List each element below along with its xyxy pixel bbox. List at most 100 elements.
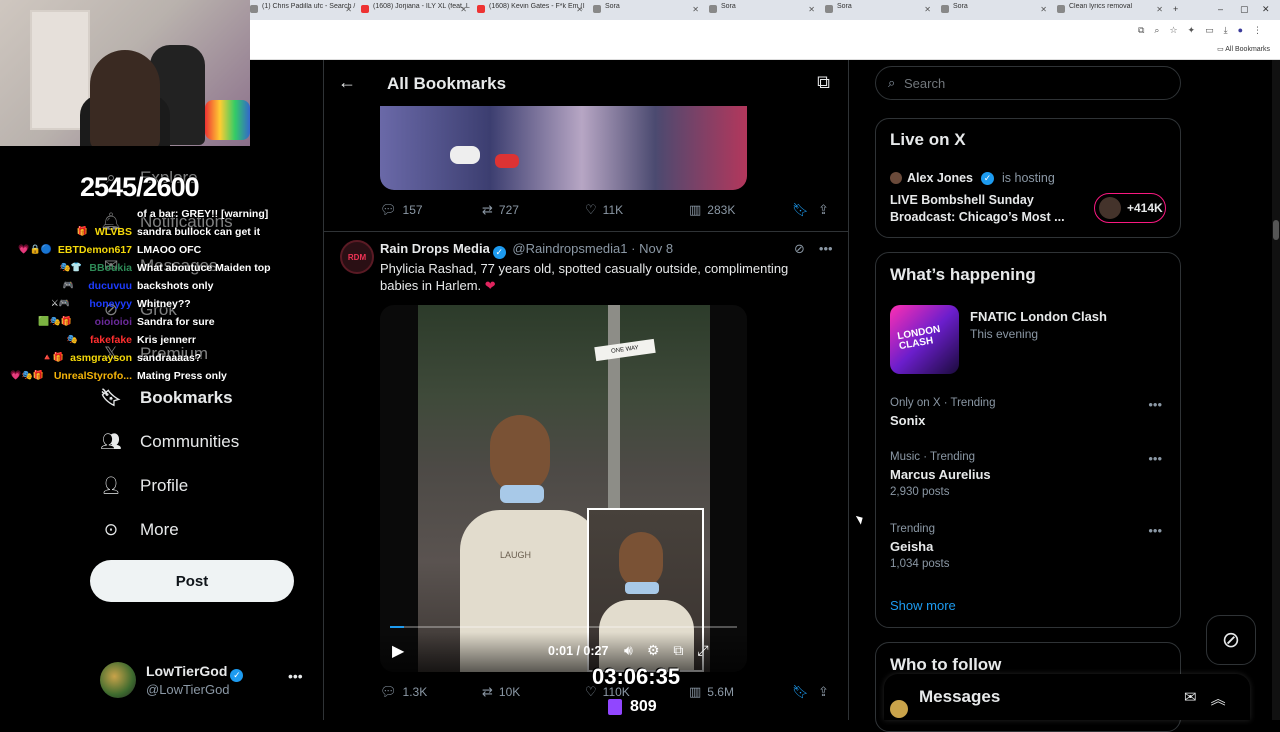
messages-drawer[interactable]: Messages ✉ ︽ [884,674,1250,720]
chat-username: fakefake [89,334,132,346]
browser-tab[interactable]: (1608) Kevin Gates - F*k Em (I ✕ [475,3,587,18]
more-dots-icon[interactable]: ••• [819,241,833,257]
previous-post-media[interactable] [380,106,747,190]
scrollbar-thumb[interactable] [1273,220,1279,240]
browser-tab[interactable]: (1) Chris Padilla ufc - Search / ✕ [248,3,356,18]
back-arrow-icon[interactable]: ← [338,72,356,93]
profile-avatar[interactable]: ● [1238,25,1243,36]
more-dots-icon[interactable]: ••• [1148,523,1162,538]
post-handle[interactable]: @Raindropsmedia1 [512,241,627,256]
menu-kebab-icon[interactable]: ⋮ [1253,25,1262,36]
share-icon: ⇪ [818,684,829,699]
sidepanel-icon[interactable]: ▭ [1205,25,1214,36]
fullscreen-icon[interactable]: ⤢ [697,642,708,659]
trend-featured-title[interactable]: FNATIC London Clash [970,309,1107,324]
show-more-link[interactable]: Show more [890,598,956,613]
trend-featured-image[interactable]: LONDON CLASH [890,305,959,374]
browser-tab[interactable]: Sora ✕ [707,3,819,18]
nav-communities[interactable]: 👥︎ Communities [100,431,239,453]
account-switcher[interactable]: LowTierGod ✓ @LowTierGod ••• [100,660,310,700]
chat-message: What aboutuce Maiden top [137,262,271,274]
page-scrollbar[interactable] [1272,60,1280,720]
video-progress-bar[interactable] [390,626,737,628]
close-window-icon[interactable]: ✕ [1262,4,1270,15]
extensions-icon[interactable]: ✦ [1188,25,1196,36]
reply-icon: 💬︎ [380,202,397,217]
live-host[interactable]: Alex Jones ✓ is hosting [890,171,1055,185]
browser-tab[interactable]: Clean lyrics removal ✕ [1055,3,1167,18]
chat-username: WLVBS [94,226,132,238]
trend-item[interactable]: Only on X · Trending Sonix ••• [890,397,1170,428]
new-tab-button[interactable]: + [1173,4,1178,14]
reply-button[interactable]: 💬︎ 157 [380,202,423,218]
listener-count: +414K [1127,201,1163,215]
video-player[interactable]: ONE WAY LAUGH ▶ 0:01 / 0:27 🔊︎ ⚙ ⧉ ⤢ [380,305,747,672]
browser-tab[interactable]: Sora ✕ [823,3,935,18]
install-icon[interactable]: ⧉ [1138,25,1144,36]
nav-bookmarks[interactable]: 🔖︎ Bookmarks [100,387,232,409]
chevron-up-icon[interactable]: ︽ [1211,688,1226,709]
browser-tab[interactable]: Sora ✕ [591,3,703,18]
like-button[interactable]: ♡ 11K [585,202,623,218]
share-button[interactable]: ⇪ [818,202,829,218]
browser-tab[interactable]: (1608) Jorjiana - ILY XL (feat. L ✕ [359,3,471,18]
maximize-icon[interactable]: ▢ [1240,4,1249,15]
close-tab-icon[interactable]: ✕ [808,5,815,14]
settings-gear-icon[interactable]: ⚙ [647,642,660,659]
picture-in-picture-icon[interactable]: ⧉ [673,642,683,659]
heart-icon: ♡ [585,202,597,217]
sign-text: ONE WAY [610,345,640,355]
close-tab-icon[interactable]: ✕ [1156,5,1163,14]
verified-badge-icon: ✓ [492,246,506,259]
search-input[interactable]: ⌕ Search [875,66,1181,100]
browser-tab[interactable]: Sora ✕ [939,3,1051,18]
bookmark-button[interactable]: 🔖︎ [792,684,809,700]
close-tab-icon[interactable]: ✕ [345,5,352,14]
repost-button[interactable]: ⇄ 10K [482,684,520,700]
close-tab-icon[interactable]: ✕ [924,5,931,14]
add-bookmark-folder-icon[interactable]: ⧉ [817,72,830,93]
views-button[interactable]: ▥ 283K [689,202,735,218]
close-tab-icon[interactable]: ✕ [460,5,467,14]
messages-drawer-icons: ✉ ︽ [1184,688,1226,709]
nav-profile[interactable]: 👤︎ Profile [100,475,188,497]
play-icon[interactable]: ▶ [392,641,404,661]
trend-item[interactable]: Music · Trending Marcus Aurelius 2,930 p… [890,451,1170,498]
post-author[interactable]: Rain Drops Media [380,241,490,256]
all-bookmarks-folder[interactable]: ▭ All Bookmarks [1217,45,1270,53]
more-dots-icon[interactable]: ••• [288,668,303,684]
close-tab-icon[interactable]: ✕ [576,5,583,14]
live-join-pill[interactable]: +414K [1094,193,1166,223]
zoom-icon[interactable]: ⌕ [1154,25,1159,36]
minimize-icon[interactable]: – [1218,4,1223,14]
panel-title: What’s happening [890,265,1036,284]
volume-icon[interactable]: 🔊︎ [624,642,633,659]
share-button[interactable]: ⇪ [818,684,829,700]
more-dots-icon[interactable]: ••• [1148,397,1162,412]
views-button[interactable]: ▥ 5.6M [689,684,734,700]
post-date[interactable]: Nov 8 [639,241,673,256]
trend-item[interactable]: Trending Geisha 1,034 posts ••• [890,523,1170,570]
trend-post-count: 2,930 posts [890,486,950,498]
avatar[interactable]: RDM [340,240,374,274]
chat-line: 🔺🎁 asmgrayson sandraaaas? [0,352,290,370]
chat-username: ducuvuu [88,280,132,292]
avatar [890,700,908,718]
grok-floating-button[interactable]: ⊘ [1206,615,1256,665]
verified-badge-icon: ✓ [230,669,244,682]
download-icon[interactable]: ⤓ [1224,25,1228,36]
bookmark-button[interactable]: 🔖︎ [792,202,809,218]
more-dots-icon[interactable]: ••• [1148,451,1162,466]
new-message-icon[interactable]: ✉ [1184,688,1197,709]
nav-more[interactable]: ⊙ More [100,519,179,541]
live-broadcast-title[interactable]: LIVE Bombshell Sunday Broadcast: Chicago… [890,192,1080,226]
star-icon[interactable]: ☆ [1169,25,1177,36]
trend-post-count: 1,034 posts [890,558,950,570]
repost-button[interactable]: ⇄ 727 [482,202,519,218]
close-tab-icon[interactable]: ✕ [1040,5,1047,14]
post-button[interactable]: Post [90,560,294,602]
sub-goal-counter: 2545/2600 [80,172,200,202]
close-tab-icon[interactable]: ✕ [692,5,699,14]
reply-button[interactable]: 💬︎ 1.3K [380,684,427,700]
grok-icon[interactable]: ⊘ [794,241,805,257]
